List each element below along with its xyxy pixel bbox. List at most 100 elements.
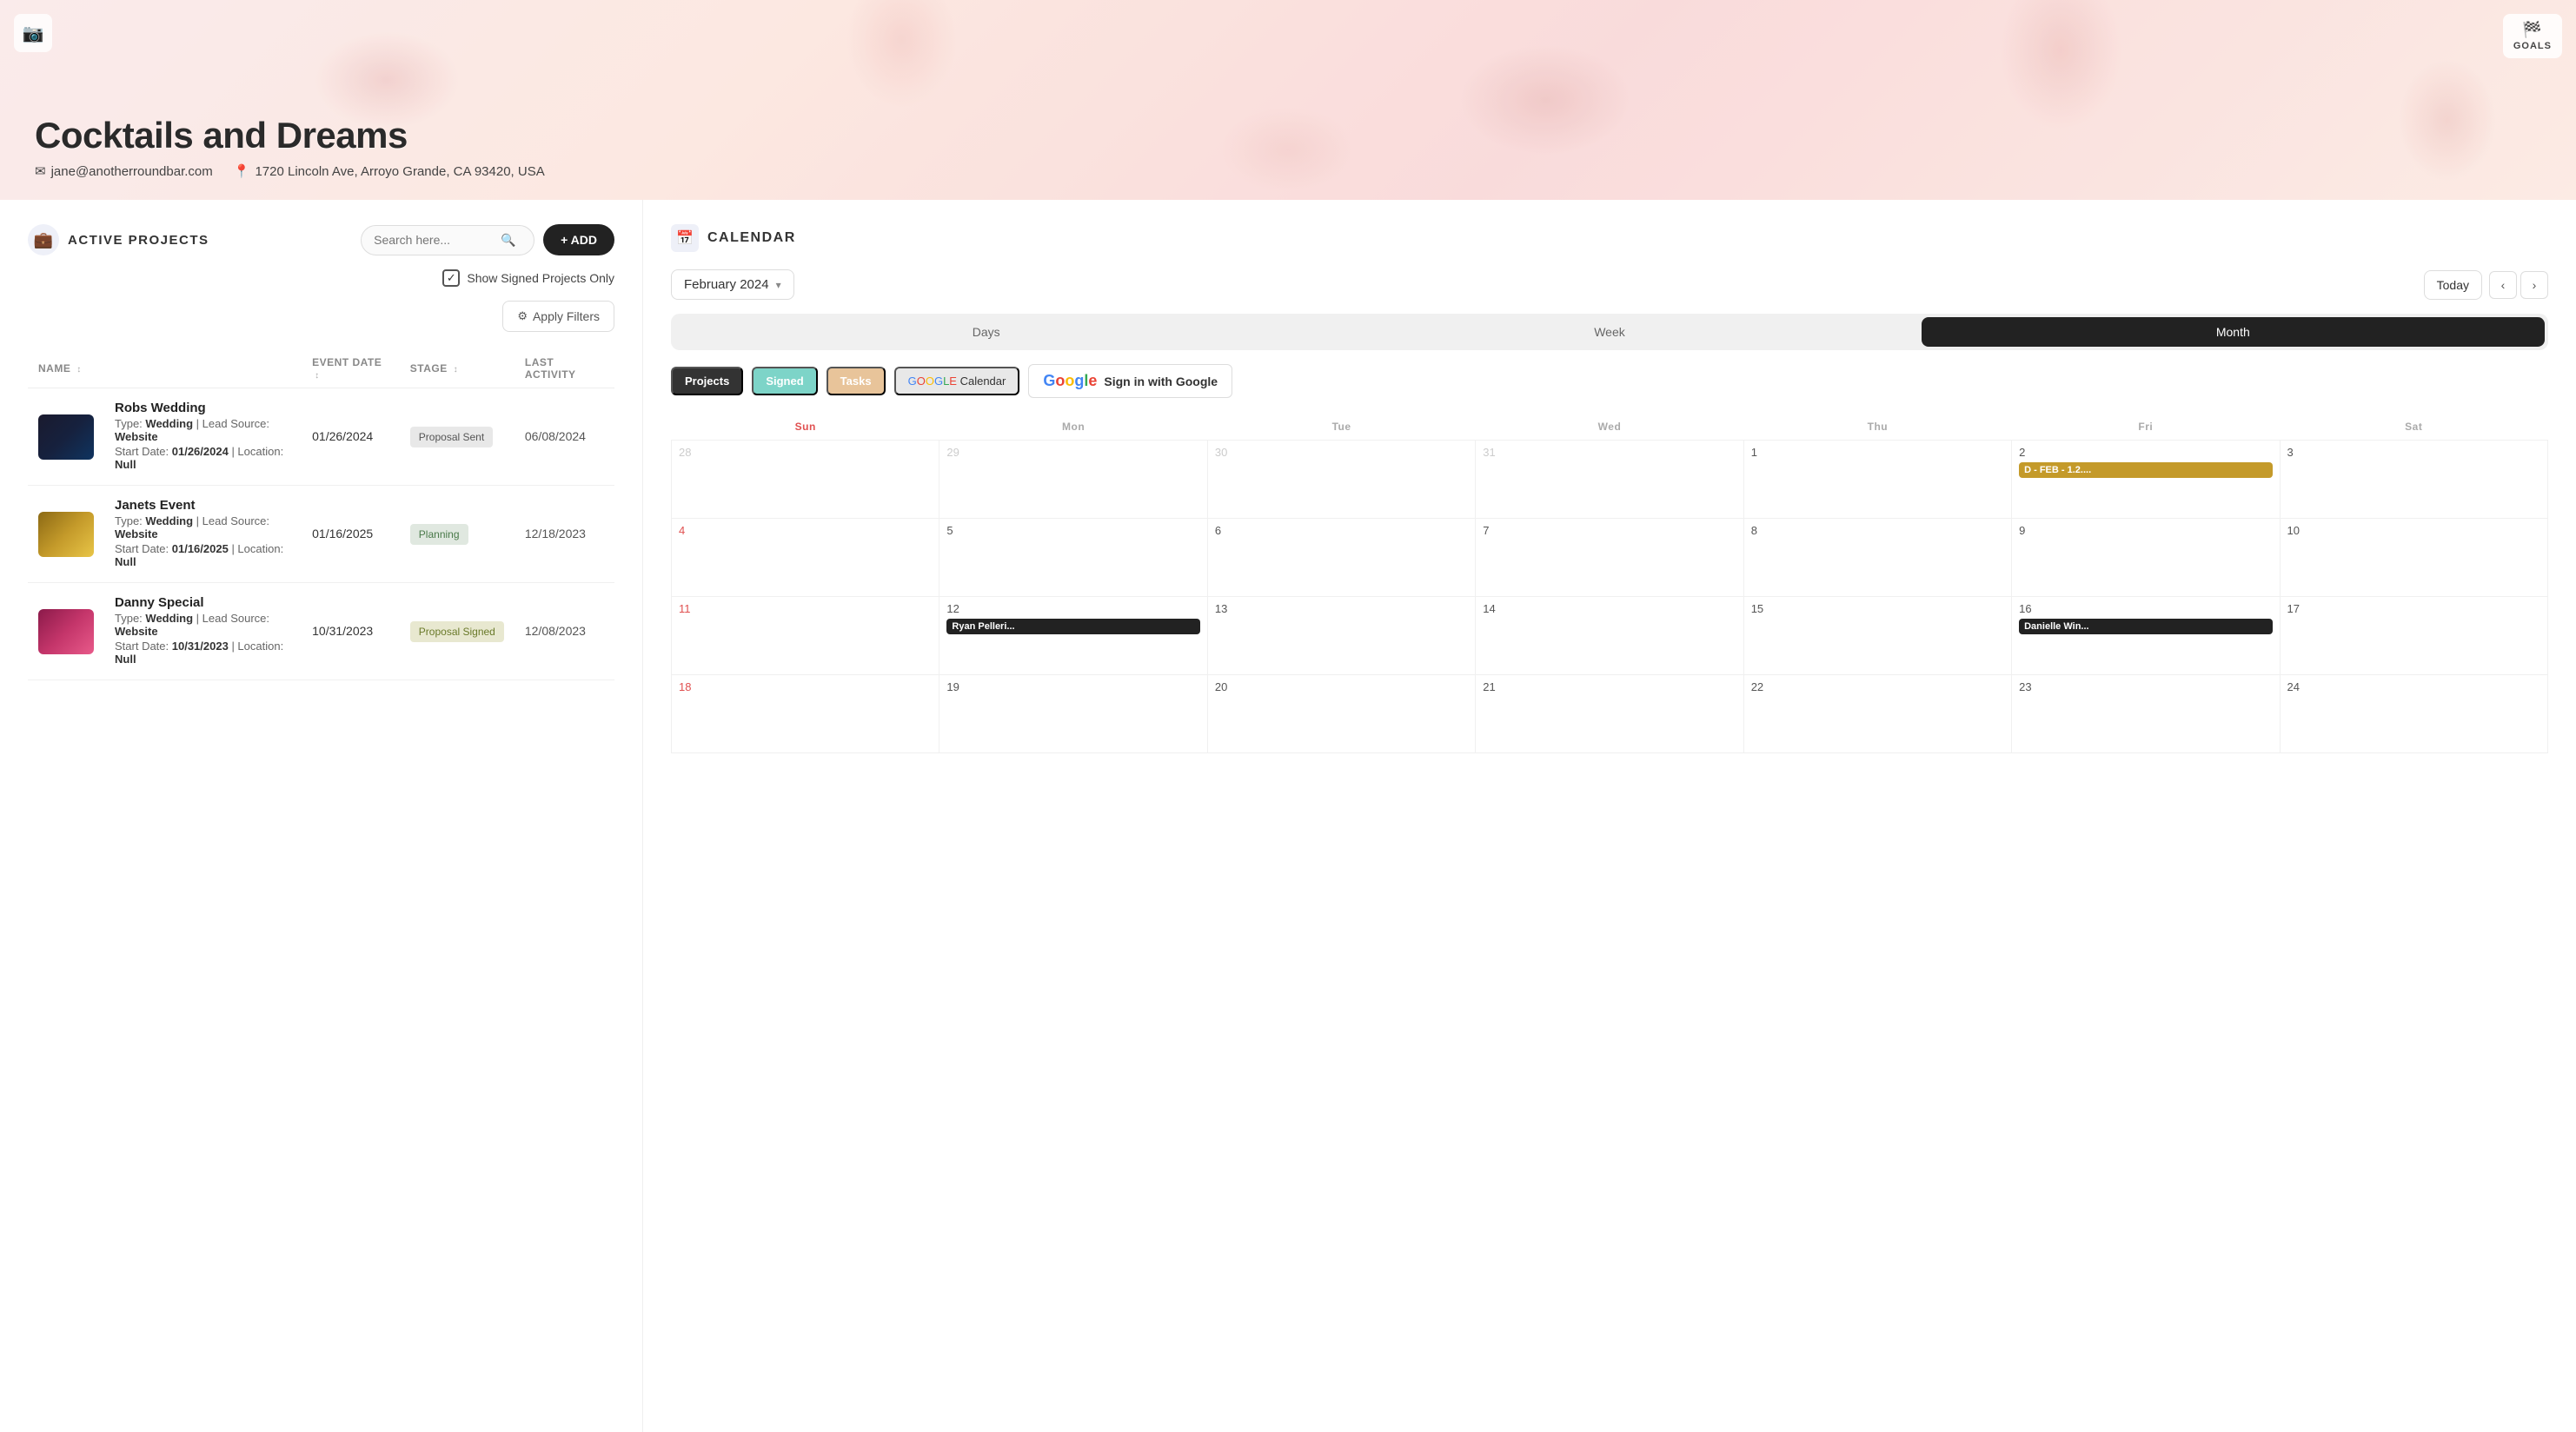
calendar-day-cell[interactable]: 1 <box>1743 441 2011 519</box>
filter-icon: ⚙ <box>517 309 528 323</box>
search-add-row: 🔍 + ADD <box>361 224 614 255</box>
day-number: 8 <box>1751 524 2004 537</box>
calendar-day-cell[interactable]: 9 <box>2012 519 2280 597</box>
col-stage[interactable]: STAGE ↕ <box>400 349 515 388</box>
project-thumbnail <box>38 609 94 654</box>
project-dates: Start Date: 01/26/2024 | Location: Null <box>115 445 291 471</box>
camera-button[interactable]: 📷 <box>14 14 52 52</box>
search-input[interactable] <box>374 233 495 247</box>
search-box[interactable]: 🔍 <box>361 225 534 255</box>
signed-checkbox[interactable]: ✓ <box>442 269 460 287</box>
project-info-cell: Danny Special Type: Wedding | Lead Sourc… <box>104 583 302 680</box>
tab-days[interactable]: Days <box>674 317 1298 347</box>
next-month-button[interactable]: › <box>2520 271 2548 299</box>
calendar-day-cell[interactable]: 28 <box>672 441 939 519</box>
calendar-day-cell[interactable]: 18 <box>672 675 939 753</box>
sign-in-google-button[interactable]: Google Sign in with Google <box>1028 364 1232 398</box>
banner: 📷 🏁 GOALS Cocktails and Dreams ✉ jane@an… <box>0 0 2576 200</box>
filter-signed[interactable]: Signed <box>752 367 817 395</box>
project-event-date-cell: 01/16/2025 <box>302 486 400 583</box>
calendar-header: 📅 CALENDAR <box>671 224 2548 252</box>
cal-header-mon: Mon <box>939 414 1207 441</box>
calendar-day-cell[interactable]: 4 <box>672 519 939 597</box>
calendar-day-cell[interactable]: 31 <box>1476 441 1743 519</box>
sort-stage-icon: ↕ <box>454 365 459 375</box>
project-thumb-cell <box>28 583 104 680</box>
calendar-day-cell[interactable]: 14 <box>1476 597 1743 675</box>
table-row[interactable]: Robs Wedding Type: Wedding | Lead Source… <box>28 388 614 486</box>
projects-panel: 💼 ACTIVE PROJECTS 🔍 + ADD ✓ Show Signed … <box>0 200 643 1432</box>
last-activity: 12/18/2023 <box>525 527 586 540</box>
day-number: 10 <box>2287 524 2540 537</box>
month-selector[interactable]: February 2024 ▾ <box>671 269 794 300</box>
project-dates: Start Date: 10/31/2023 | Location: Null <box>115 640 291 666</box>
calendar-filters: Projects Signed Tasks GOOGLE Calendar Go… <box>671 364 2548 398</box>
filter-projects[interactable]: Projects <box>671 367 743 395</box>
table-row[interactable]: Janets Event Type: Wedding | Lead Source… <box>28 486 614 583</box>
table-row[interactable]: Danny Special Type: Wedding | Lead Sourc… <box>28 583 614 680</box>
day-number: 24 <box>2287 680 2540 693</box>
filter-tasks[interactable]: Tasks <box>827 367 886 395</box>
calendar-day-cell[interactable]: 15 <box>1743 597 2011 675</box>
day-number: 22 <box>1751 680 2004 693</box>
col-name[interactable]: NAME ↕ <box>28 349 302 388</box>
calendar-day-cell[interactable]: 6 <box>1207 519 1475 597</box>
calendar-event[interactable]: D - FEB - 1.2.... <box>2019 462 2272 478</box>
calendar-day-cell[interactable]: 10 <box>2280 519 2547 597</box>
project-stage-cell: Proposal Sent <box>400 388 515 486</box>
col-event-date[interactable]: EVENT DATE ↕ <box>302 349 400 388</box>
calendar-week-row: 456789 10 <box>672 519 2548 597</box>
cal-header-fri: Fri <box>2012 414 2280 441</box>
calendar-week-row: 11 12Ryan Pelleri...131415 16 Danielle Win.… <box>672 597 2548 675</box>
calendar-day-cell[interactable]: 3 <box>2280 441 2547 519</box>
today-button[interactable]: Today <box>2424 270 2482 300</box>
tab-month[interactable]: Month <box>1922 317 2545 347</box>
calendar-day-cell[interactable]: 8 <box>1743 519 2011 597</box>
day-number: 2 <box>2019 446 2272 459</box>
day-number: 19 <box>946 680 1199 693</box>
company-name: Cocktails and Dreams <box>35 115 545 156</box>
apply-filters-button[interactable]: ⚙ Apply Filters <box>502 301 614 332</box>
day-number: 18 <box>679 680 932 693</box>
calendar-day-cell[interactable]: 30 <box>1207 441 1475 519</box>
calendar-icon: 📅 <box>671 224 699 252</box>
calendar-day-cell[interactable]: 5 <box>939 519 1207 597</box>
project-stage-cell: Planning <box>400 486 515 583</box>
calendar-day-cell[interactable]: 20 <box>1207 675 1475 753</box>
day-number: 30 <box>1215 446 1468 459</box>
calendar-day-cell[interactable]: 21 <box>1476 675 1743 753</box>
project-stage-cell: Proposal Signed <box>400 583 515 680</box>
goals-icon: 🏁 <box>2522 21 2542 39</box>
goals-button[interactable]: 🏁 GOALS <box>2503 14 2562 58</box>
sort-date-icon: ↕ <box>315 371 320 381</box>
projects-table: NAME ↕ EVENT DATE ↕ STAGE ↕ LAST ACTIVIT… <box>28 349 614 680</box>
day-number: 16 <box>2019 602 2272 615</box>
email-icon: ✉ <box>35 163 46 179</box>
calendar-day-cell[interactable]: 19 <box>939 675 1207 753</box>
calendar-event[interactable]: Danielle Win... <box>2019 619 2272 634</box>
banner-info: Cocktails and Dreams ✉ jane@anotherround… <box>35 115 545 179</box>
project-event-date-cell: 01/26/2024 <box>302 388 400 486</box>
tab-week[interactable]: Week <box>1298 317 1921 347</box>
calendar-day-cell[interactable]: 23 <box>2012 675 2280 753</box>
add-button[interactable]: + ADD <box>543 224 614 255</box>
calendar-day-cell[interactable]: 16 Danielle Win... <box>2012 597 2280 675</box>
calendar-day-cell[interactable]: 12Ryan Pelleri... <box>939 597 1207 675</box>
calendar-day-cell[interactable]: 13 <box>1207 597 1475 675</box>
calendar-day-cell[interactable]: 24 <box>2280 675 2547 753</box>
calendar-day-cell[interactable]: 2 D - FEB - 1.2.... <box>2012 441 2280 519</box>
calendar-day-cell[interactable]: 11 <box>672 597 939 675</box>
project-thumbnail <box>38 414 94 460</box>
last-activity: 12/08/2023 <box>525 624 586 638</box>
day-number: 1 <box>1751 446 2004 459</box>
calendar-day-cell[interactable]: 17 <box>2280 597 2547 675</box>
calendar-day-cell[interactable]: 29 <box>939 441 1207 519</box>
prev-month-button[interactable]: ‹ <box>2489 271 2517 299</box>
filter-google-calendar[interactable]: GOOGLE Calendar <box>894 367 1020 395</box>
calendar-event[interactable]: Ryan Pelleri... <box>946 619 1199 634</box>
project-last-activity-cell: 06/08/2024 <box>515 388 614 486</box>
calendar-day-cell[interactable]: 7 <box>1476 519 1743 597</box>
calendar-day-cell[interactable]: 22 <box>1743 675 2011 753</box>
panel-title: ACTIVE PROJECTS <box>68 233 209 248</box>
day-number: 11 <box>679 602 932 615</box>
